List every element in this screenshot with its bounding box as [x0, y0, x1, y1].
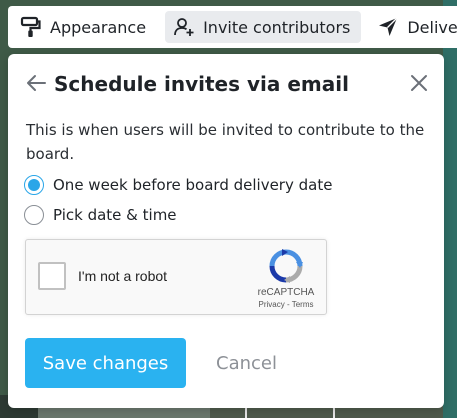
paint-roller-icon [20, 16, 42, 38]
top-toolbar: Appearance Invite contributors Delivery [8, 6, 457, 48]
close-icon [409, 73, 429, 97]
recaptcha-widget: I'm not a robot reCAPTCHA Privacy - Term… [25, 239, 327, 315]
toolbar-item-appearance[interactable]: Appearance [20, 11, 157, 43]
user-plus-icon [173, 16, 195, 38]
recaptcha-logo-icon [268, 248, 304, 284]
recaptcha-privacy-terms-link[interactable]: Privacy - Terms [248, 300, 324, 309]
cancel-button[interactable]: Cancel [216, 338, 277, 388]
option-label: Pick date & time [53, 206, 177, 224]
toolbar-item-label: Invite contributors [203, 17, 351, 37]
arrow-left-icon [25, 72, 47, 98]
recaptcha-checkbox[interactable] [38, 262, 66, 290]
option-label: One week before board delivery date [53, 176, 333, 194]
toolbar-item-delivery[interactable]: Delivery [369, 11, 457, 43]
option-one-week-before[interactable]: One week before board delivery date [24, 175, 332, 195]
schedule-invites-popover: Schedule invites via email This is when … [8, 54, 444, 408]
radio-button-checked[interactable] [24, 175, 44, 195]
save-changes-button[interactable]: Save changes [25, 338, 186, 388]
background-edge [443, 0, 457, 418]
toolbar-item-label: Appearance [50, 17, 147, 37]
popover-header: Schedule invites via email [8, 54, 444, 116]
option-pick-date-time[interactable]: Pick date & time [24, 205, 177, 225]
back-button[interactable] [24, 73, 48, 97]
popover-description: This is when users will be invited to co… [26, 121, 425, 163]
send-icon [377, 16, 399, 38]
toolbar-item-label: Delivery [407, 17, 457, 37]
close-button[interactable] [407, 73, 431, 97]
recaptcha-brand: reCAPTCHA [257, 287, 315, 298]
radio-button[interactable] [24, 205, 44, 225]
toolbar-item-invite-contributors[interactable]: Invite contributors [165, 11, 362, 43]
popover-title: Schedule invites via email [54, 72, 349, 96]
recaptcha-label: I'm not a robot [78, 268, 168, 284]
